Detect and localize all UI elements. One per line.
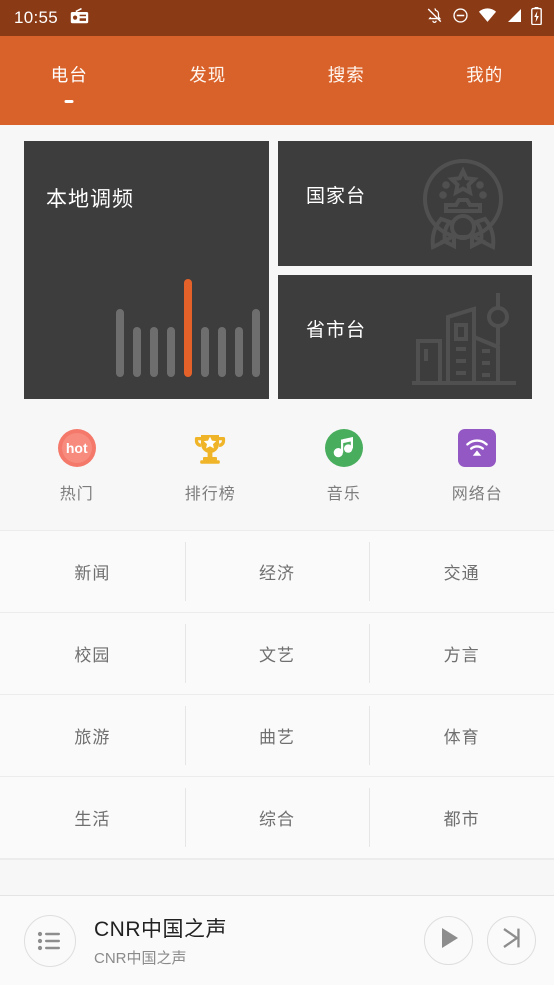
hot-badge-text: hot: [65, 440, 88, 456]
play-icon: [438, 926, 460, 955]
category-arts[interactable]: 文艺: [184, 613, 370, 694]
card-provincial-station[interactable]: 省市台: [278, 274, 532, 399]
battery-charging-icon: [531, 6, 542, 30]
category-news[interactable]: 新闻: [0, 531, 185, 612]
mini-player-bar: CNR中国之声 CNR中国之声: [0, 895, 554, 985]
skip-next-icon: [500, 926, 524, 955]
category-campus[interactable]: 校园: [0, 613, 185, 694]
quick-link-chart[interactable]: 排行榜: [144, 429, 278, 504]
category-economy[interactable]: 经济: [184, 531, 370, 612]
category-life[interactable]: 生活: [0, 777, 185, 858]
wifi-broadcast-icon: [458, 429, 497, 467]
player-track-title: CNR中国之声: [94, 918, 227, 941]
quick-link-hot[interactable]: hot 热门: [10, 429, 144, 504]
play-button[interactable]: [424, 916, 473, 965]
tab-search[interactable]: 搜索: [277, 62, 416, 87]
tab-mine[interactable]: 我的: [416, 62, 554, 87]
tab-radio[interactable]: 电台: [0, 62, 139, 103]
category-sports[interactable]: 体育: [369, 695, 554, 776]
playlist-icon[interactable]: [24, 914, 76, 967]
app-root: 10:55 电台 发现 搜索 我的 本地调频 国家台 省市台 hot 热门 排行…: [0, 0, 554, 985]
quick-link-network[interactable]: 网络台: [411, 429, 545, 504]
card-national-station-title: 国家台: [306, 186, 367, 207]
status-bar-clock: 10:55: [14, 8, 59, 27]
tab-mine-label: 我的: [466, 65, 504, 85]
category-row: 校园 文艺 方言: [0, 613, 554, 695]
quick-links-row: hot 热门 排行榜 音乐 网络台: [0, 399, 554, 514]
category-general[interactable]: 综合: [184, 777, 370, 858]
do-not-disturb-icon: [452, 7, 469, 29]
quick-link-music-label: 音乐: [326, 486, 361, 503]
tab-discover-label: 发现: [189, 65, 227, 85]
city-skyline-icon: [410, 287, 518, 396]
trophy-icon: [191, 429, 229, 467]
quick-link-music[interactable]: 音乐: [277, 429, 411, 504]
category-row: 旅游 曲艺 体育: [0, 695, 554, 777]
category-travel[interactable]: 旅游: [0, 695, 185, 776]
quick-link-network-label: 网络台: [451, 486, 503, 503]
national-emblem-icon: [410, 149, 516, 264]
category-grid: 新闻 经济 交通 校园 文艺 方言 旅游 曲艺 体育 生活 综合 都市: [0, 530, 554, 860]
next-button[interactable]: [487, 916, 536, 965]
radio-icon: [70, 7, 89, 29]
card-national-station[interactable]: 国家台: [278, 141, 532, 266]
card-provincial-station-title: 省市台: [306, 319, 367, 341]
player-track-info: CNR中国之声 CNR中国之声: [94, 913, 410, 968]
category-quyi[interactable]: 曲艺: [184, 695, 370, 776]
music-note-icon: [324, 429, 363, 467]
equalizer-bars-icon: [116, 279, 260, 377]
card-local-fm-title: 本地调频: [46, 188, 134, 211]
category-row: 新闻 经济 交通: [0, 531, 554, 613]
status-bar: 10:55: [0, 0, 554, 36]
tab-active-indicator: [64, 100, 74, 103]
player-track-subtitle: CNR中国之声: [94, 950, 187, 967]
notifications-off-icon: [426, 7, 443, 29]
wifi-icon: [478, 8, 497, 28]
tab-search-label: 搜索: [327, 65, 365, 85]
card-local-fm[interactable]: 本地调频: [24, 141, 269, 399]
category-dialect[interactable]: 方言: [369, 613, 554, 694]
tab-radio-label: 电台: [50, 65, 88, 85]
hero-right-column: 国家台 省市台: [278, 141, 532, 399]
category-city[interactable]: 都市: [369, 777, 554, 858]
category-traffic[interactable]: 交通: [369, 531, 554, 612]
tab-discover[interactable]: 发现: [139, 62, 278, 87]
cellular-signal-icon: [506, 8, 522, 28]
status-bar-icons: [426, 6, 542, 30]
category-row: 生活 综合 都市: [0, 777, 554, 859]
category-grid-divider: [0, 859, 554, 860]
hero-card-section: 本地调频 国家台 省市台: [0, 125, 554, 399]
hot-badge-icon: hot: [57, 429, 96, 467]
quick-link-hot-label: 热门: [59, 486, 94, 503]
status-bar-left: 10:55: [14, 7, 89, 29]
quick-link-chart-label: 排行榜: [184, 486, 236, 503]
main-tab-bar: 电台 发现 搜索 我的: [0, 36, 554, 125]
